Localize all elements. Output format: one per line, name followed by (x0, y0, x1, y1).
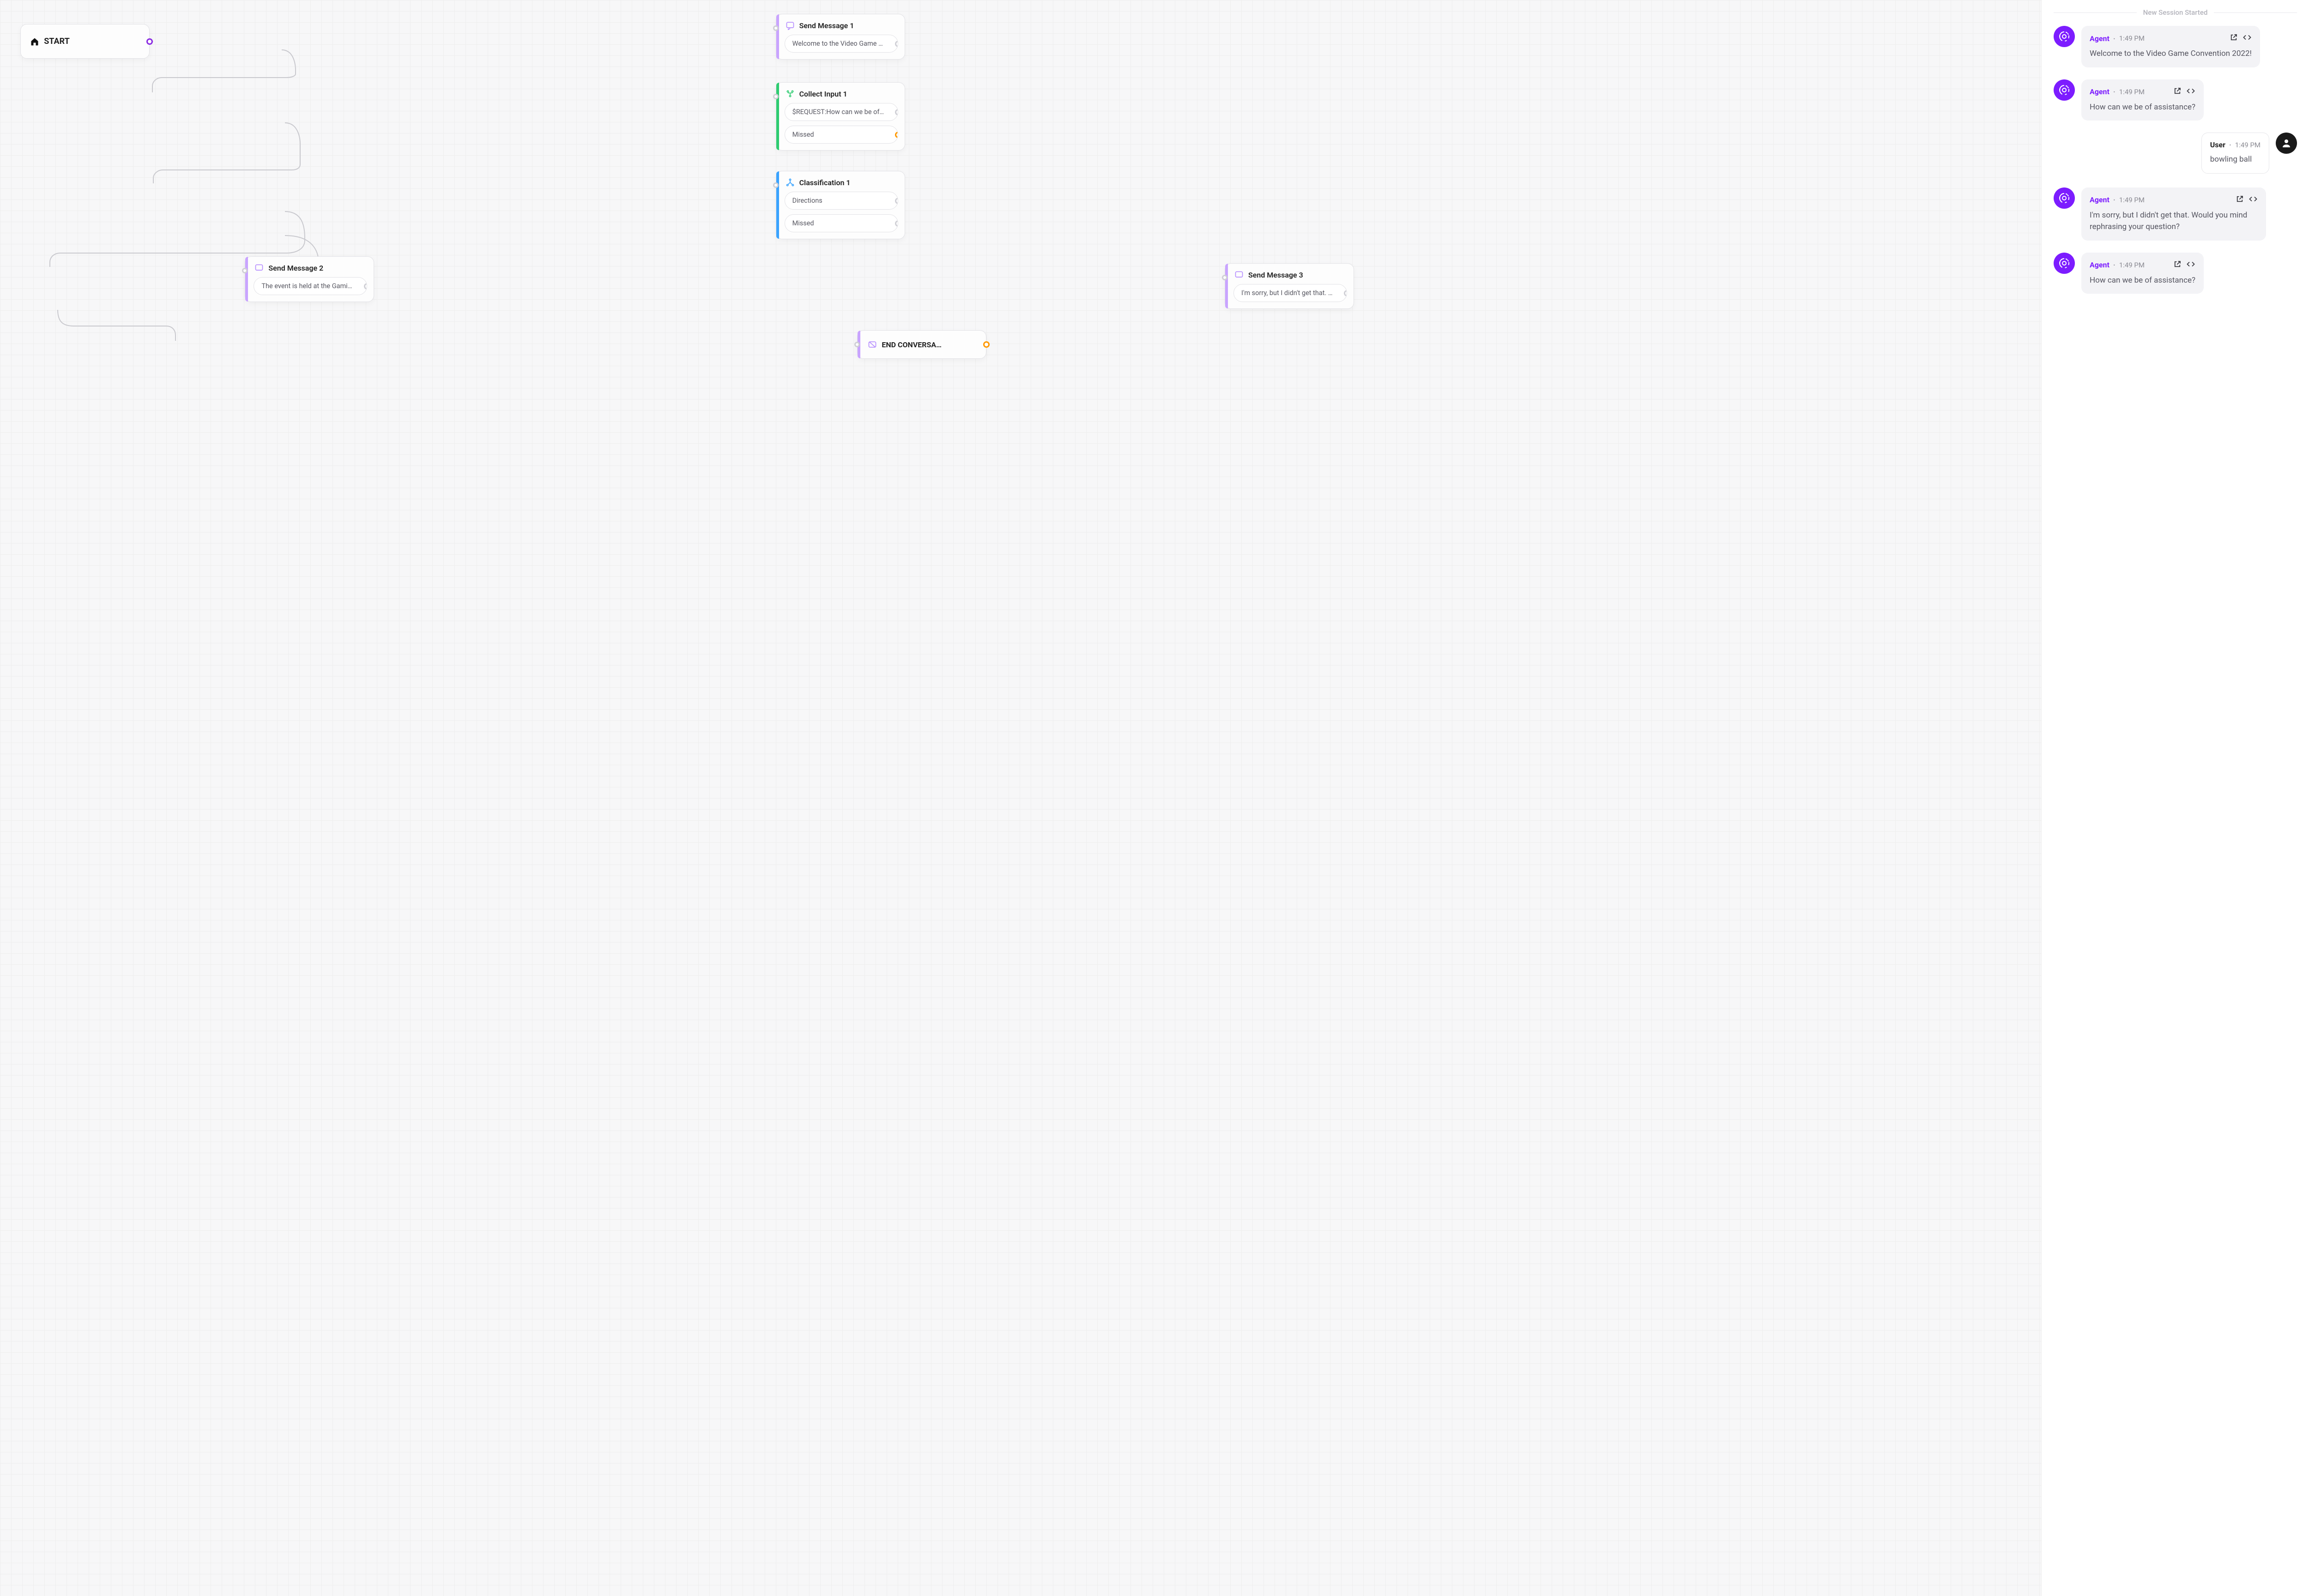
node-collect-input-1[interactable]: Collect Input 1 $REQUEST:How can we be o… (776, 82, 905, 151)
port-out[interactable] (983, 341, 990, 348)
popout-icon[interactable] (2173, 87, 2182, 97)
separator-dot: · (2113, 260, 2116, 269)
node-title: Send Message 2 (268, 264, 323, 272)
agent-avatar (2054, 79, 2075, 101)
message-body: I'm sorry, but I didn't get that. Would … (2090, 210, 2258, 233)
message-time: 1:49 PM (2119, 88, 2145, 96)
node-send-message-1[interactable]: Send Message 1 Welcome to the Video Game… (776, 14, 905, 60)
end-conversation-icon (868, 340, 877, 349)
agent-avatar (2054, 253, 2075, 274)
session-header-text: New Session Started (2143, 8, 2208, 17)
node-title: Collect Input 1 (799, 90, 847, 98)
port-in[interactable] (773, 25, 779, 31)
port-in[interactable] (773, 94, 779, 99)
message-sender: Agent (2090, 260, 2110, 269)
message-sender: Agent (2090, 34, 2110, 43)
port-out[interactable] (364, 283, 367, 290)
port-out[interactable] (895, 220, 898, 227)
agent-message-row: Agent·1:49 PM Welcome to the Video Game C… (2054, 26, 2297, 67)
chat-panel: New Session Started Agent·1:49 PMWelcome… (2041, 0, 2309, 1596)
classification-icon (786, 178, 795, 187)
pill-text: Missed (792, 131, 814, 139)
message-bubble: Agent·1:49 PM Welcome to the Video Game C… (2081, 26, 2260, 67)
port-out[interactable] (1344, 290, 1347, 296)
pill-request[interactable]: $REQUEST:How can we be of assis (785, 103, 898, 121)
pill-text: $REQUEST:How can we be of assis (792, 108, 897, 116)
pill-text: Missed (792, 219, 814, 227)
pill-output[interactable]: I'm sorry, but I didn't get that. … (1233, 284, 1347, 302)
message-bubble: Agent·1:49 PM How can we be of assistance… (2081, 79, 2204, 121)
code-icon[interactable] (2186, 260, 2195, 270)
pill-text: I'm sorry, but I didn't get that. … (1241, 289, 1333, 297)
pill-output[interactable]: Welcome to the Video Game Co… (785, 35, 898, 53)
session-header: New Session Started (2054, 8, 2297, 17)
node-start-title: START (44, 36, 70, 46)
code-icon[interactable] (2186, 87, 2195, 97)
pill-output[interactable]: The event is held at the Gaming… (254, 277, 367, 295)
message-bubble: Agent·1:49 PM I'm sorry, but I didn't get… (2081, 187, 2266, 241)
message-icon (254, 263, 264, 272)
message-body: How can we be of assistance? (2090, 275, 2195, 287)
port-out[interactable] (895, 109, 898, 115)
message-body: bowling ball (2210, 154, 2261, 166)
node-send-message-2[interactable]: Send Message 2 The event is held at the … (245, 256, 374, 302)
node-classification-1[interactable]: Classification 1 Directions Missed (776, 171, 905, 239)
node-title: Classification 1 (799, 178, 851, 187)
pill-text: Directions (792, 197, 822, 205)
message-sender: Agent (2090, 87, 2110, 96)
code-icon[interactable] (2243, 33, 2252, 43)
app-root: START Send Message 1 Welcome to the Vide… (0, 0, 2309, 1596)
node-send-message-3[interactable]: Send Message 3 I'm sorry, but I didn't g… (1225, 263, 1354, 309)
node-title: Send Message 1 (799, 21, 854, 30)
pill-text: The event is held at the Gaming… (261, 282, 359, 290)
port-in[interactable] (1222, 275, 1227, 280)
message-icon (1234, 270, 1244, 279)
message-sender: User (2210, 140, 2225, 149)
node-end-conversation[interactable]: END CONVERSA… (857, 330, 986, 359)
separator-dot: · (2113, 195, 2116, 204)
agent-message-row: Agent·1:49 PM I'm sorry, but I didn't get… (2054, 187, 2297, 241)
message-time: 1:49 PM (2119, 34, 2145, 42)
port-out[interactable] (895, 132, 898, 138)
node-start[interactable]: START (20, 24, 150, 59)
node-title: END CONVERSA… (882, 340, 942, 349)
pill-missed[interactable]: Missed (785, 126, 898, 144)
message-time: 1:49 PM (2235, 141, 2261, 149)
user-message-row: User · 1:49 PM bowling ball (2054, 133, 2297, 174)
message-bubble: User · 1:49 PM bowling ball (2201, 133, 2269, 174)
message-time: 1:49 PM (2119, 261, 2145, 269)
collect-input-icon (786, 89, 795, 98)
port-in[interactable] (773, 182, 779, 188)
home-icon (30, 37, 39, 46)
user-avatar (2276, 133, 2297, 154)
agent-message-row: Agent·1:49 PM How can we be of assistance… (2054, 253, 2297, 294)
pill-directions[interactable]: Directions (785, 192, 898, 210)
flow-edges (0, 0, 2041, 1596)
port-out[interactable] (895, 41, 898, 47)
node-title: Send Message 3 (1248, 271, 1303, 279)
separator-dot: · (2113, 87, 2116, 96)
popout-icon[interactable] (2236, 195, 2244, 205)
message-body: Welcome to the Video Game Convention 202… (2090, 48, 2252, 60)
pill-text: Welcome to the Video Game Co… (792, 40, 891, 48)
separator-dot: · (2113, 34, 2116, 43)
message-sender: Agent (2090, 195, 2110, 204)
pill-missed[interactable]: Missed (785, 214, 898, 232)
message-bubble: Agent·1:49 PM How can we be of assistance… (2081, 253, 2204, 294)
port-out[interactable] (895, 198, 898, 204)
chat-messages: Agent·1:49 PMWelcome to the Video Game C… (2054, 26, 2297, 294)
separator-dot: · (2229, 140, 2231, 149)
popout-icon[interactable] (2230, 33, 2238, 43)
code-icon[interactable] (2249, 195, 2258, 205)
message-body: How can we be of assistance? (2090, 102, 2195, 114)
agent-avatar (2054, 187, 2075, 209)
popout-icon[interactable] (2173, 260, 2182, 270)
port-out[interactable] (146, 38, 153, 45)
message-icon (786, 21, 795, 30)
flow-canvas[interactable]: START Send Message 1 Welcome to the Vide… (0, 0, 2041, 1596)
message-time: 1:49 PM (2119, 196, 2145, 204)
agent-message-row: Agent·1:49 PM How can we be of assistance… (2054, 79, 2297, 121)
agent-avatar (2054, 26, 2075, 47)
